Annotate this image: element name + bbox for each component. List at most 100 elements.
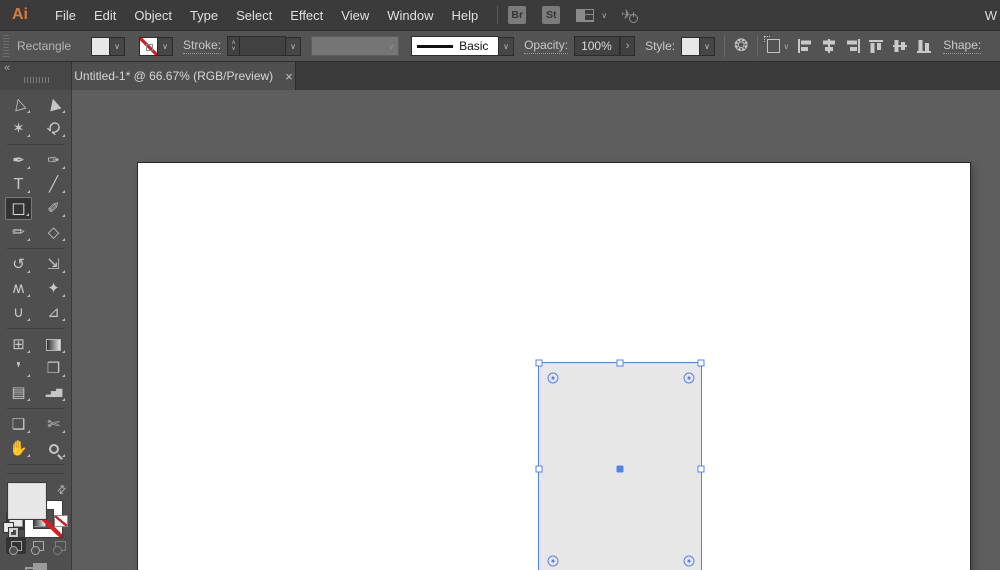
corner-widget-bottom-left[interactable] <box>547 555 559 567</box>
magic-wand-tool[interactable]: ✶ <box>5 117 32 140</box>
shape-label[interactable]: Shape: <box>943 38 982 54</box>
handle-top-center[interactable] <box>616 359 624 367</box>
curvature-icon: ✑ <box>47 151 60 169</box>
perspective-grid-tool[interactable]: ⊿ <box>40 301 67 324</box>
chevron-down-icon[interactable]: ∨ <box>783 42 789 51</box>
vertical-align-top-icon[interactable] <box>869 39 885 53</box>
vertical-align-center-icon[interactable] <box>893 39 909 53</box>
hand-tool[interactable]: ✋ <box>5 437 32 460</box>
horizontal-align-center-icon[interactable] <box>821 39 837 53</box>
opacity-field[interactable]: 100% <box>574 36 621 56</box>
change-screen-mode-icon[interactable] <box>24 563 47 570</box>
menu-item-type[interactable]: Type <box>181 8 227 23</box>
stock-button[interactable]: St <box>542 6 561 24</box>
rectangle-tool[interactable]: □ <box>5 197 32 220</box>
scale-tool[interactable]: ⇲ <box>40 253 67 276</box>
horizontal-align-left-icon[interactable] <box>797 39 813 53</box>
zoom-icon <box>48 443 59 454</box>
artboard[interactable] <box>138 163 970 570</box>
style-dropdown-button[interactable]: ∨ <box>700 36 716 56</box>
toolbar-divider <box>7 408 64 409</box>
menu-item-help[interactable]: Help <box>442 8 487 23</box>
menu-item-object[interactable]: Object <box>125 8 181 23</box>
rotate-icon: ↺ <box>12 255 25 273</box>
menu-item-select[interactable]: Select <box>227 8 281 23</box>
center-point[interactable] <box>616 465 624 472</box>
selected-rectangle[interactable] <box>535 359 705 570</box>
brush-definition-dropdown[interactable]: Basic <box>411 36 500 56</box>
handle-top-right[interactable] <box>697 359 705 367</box>
mesh-tool[interactable]: ⊞ <box>5 333 32 356</box>
handle-middle-right[interactable] <box>697 465 705 472</box>
handle-top-left[interactable] <box>535 359 543 367</box>
shaper-tool[interactable]: ✏ <box>5 221 32 244</box>
draw-normal-button[interactable] <box>6 537 27 555</box>
recolor-artwork-icon[interactable]: ❂ <box>734 36 748 56</box>
selection-tool[interactable]: ▷ <box>5 93 32 116</box>
default-fill-stroke-icon[interactable] <box>4 523 19 538</box>
close-tab-icon[interactable]: × <box>285 69 293 84</box>
menu-item-file[interactable]: File <box>46 8 85 23</box>
type-tool[interactable]: T <box>5 173 32 196</box>
stroke-weight-field[interactable] <box>240 36 287 56</box>
style-swatch[interactable] <box>681 36 701 56</box>
vertical-align-bottom-icon[interactable] <box>917 39 933 53</box>
blend-tool[interactable]: ❒ <box>40 357 67 380</box>
toolbar-grip-icon[interactable] <box>24 77 50 83</box>
menu-item-effect[interactable]: Effect <box>281 8 332 23</box>
stroke-weight-stepper[interactable]: ∧ ∨ <box>227 36 241 56</box>
corner-widget-top-left[interactable] <box>547 372 559 384</box>
horizontal-align-right-icon[interactable] <box>845 39 861 53</box>
corner-widget-top-right[interactable] <box>683 372 695 384</box>
menu-item-window[interactable]: Window <box>378 8 442 23</box>
opacity-label[interactable]: Opacity: <box>524 38 569 54</box>
draw-inside-button[interactable] <box>51 537 71 555</box>
artboard-tool[interactable]: ❏ <box>5 413 32 436</box>
rotate-tool[interactable]: ↺ <box>5 253 32 276</box>
eraser-tool[interactable]: ◇ <box>40 221 67 244</box>
handle-middle-left[interactable] <box>535 465 543 472</box>
symbol-sprayer-tool[interactable]: ▤ <box>5 381 32 404</box>
canvas-pasteboard[interactable] <box>72 90 1000 570</box>
drawing-mode-buttons <box>0 537 71 555</box>
menu-item-edit[interactable]: Edit <box>85 8 125 23</box>
direct-selection-tool[interactable]: ▶ <box>40 93 67 116</box>
fill-swatch[interactable] <box>91 36 111 56</box>
corner-widget-bottom-right[interactable] <box>683 555 695 567</box>
width-tool[interactable]: ʍ <box>5 277 32 300</box>
stroke-none-swatch[interactable] <box>139 36 159 56</box>
collapse-panel-icon[interactable]: « <box>4 62 10 74</box>
stroke-label[interactable]: Stroke: <box>183 38 222 54</box>
magic-wand-icon: ✶ <box>12 119 25 137</box>
width-profile-dropdown: ∨ <box>311 36 400 56</box>
brush-dropdown-button[interactable]: ∨ <box>499 36 515 56</box>
gpu-performance-icon[interactable]: ✈ <box>620 6 638 23</box>
gradient-tool[interactable] <box>40 333 67 356</box>
shape-builder-icon: ∪ <box>13 303 24 321</box>
paintbrush-tool[interactable]: ✐ <box>40 197 67 220</box>
panel-grip-icon[interactable] <box>3 35 9 57</box>
slice-tool[interactable]: ✄ <box>40 413 67 436</box>
menu-item-view[interactable]: View <box>332 8 378 23</box>
stroke-dropdown-button[interactable]: ∨ <box>158 36 174 56</box>
draw-behind-button[interactable] <box>28 537 48 555</box>
eyedropper-tool[interactable]: ❜ <box>5 357 32 380</box>
stroke-weight-dropdown-button[interactable]: ∨ <box>286 36 302 56</box>
bridge-button[interactable]: Br <box>508 6 527 24</box>
fill-indicator[interactable] <box>8 483 46 520</box>
column-graph-tool[interactable]: ▂▅▇ <box>40 381 67 404</box>
opacity-expander-button[interactable]: › <box>620 36 636 56</box>
chevron-down-icon[interactable]: ∨ <box>601 11 607 20</box>
arrange-documents-icon[interactable] <box>576 8 595 22</box>
curvature-tool[interactable]: ✑ <box>40 149 67 172</box>
zoom-tool[interactable] <box>40 437 67 460</box>
swap-fill-stroke-icon[interactable]: ⇄ <box>54 482 69 498</box>
shape-builder-tool[interactable]: ∪ <box>5 301 32 324</box>
fill-dropdown-button[interactable]: ∨ <box>110 36 126 56</box>
pen-tool[interactable]: ✒ <box>5 149 32 172</box>
document-tab[interactable]: Untitled-1* @ 66.67% (RGB/Preview) × <box>72 62 296 90</box>
lasso-tool[interactable]: Ω <box>40 117 67 140</box>
puppet-warp-tool[interactable]: ✦ <box>40 277 67 300</box>
line-segment-tool[interactable]: ╱ <box>40 173 67 196</box>
page-options-icon[interactable] <box>764 36 781 53</box>
